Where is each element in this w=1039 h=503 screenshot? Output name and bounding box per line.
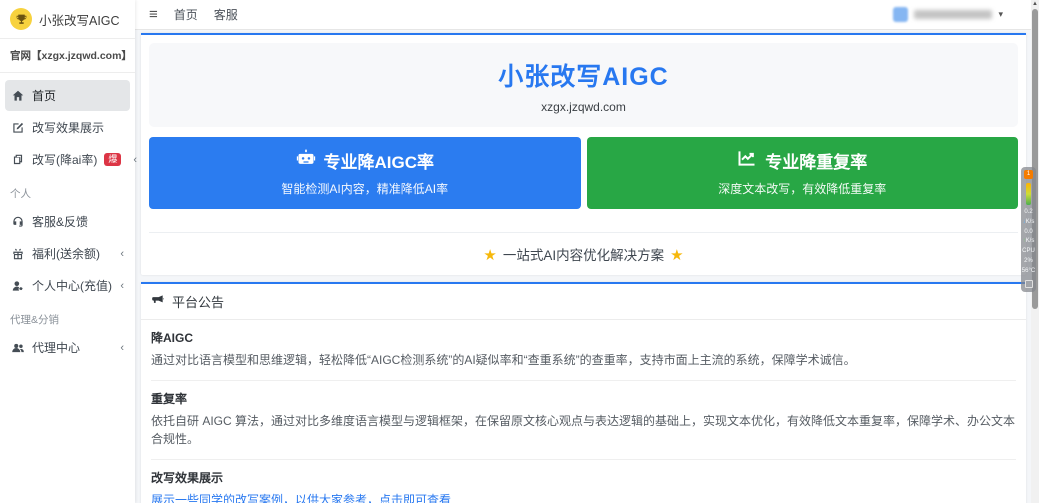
sidebar: 小张改写AIGC 官网【xzgx.jzqwd.com】 首页 改写效果展示 改写…: [0, 0, 135, 503]
cpu-temp: 56°C: [1022, 268, 1035, 276]
main-area: ≡ 首页 客服 ▾ 小张改写AIGC xzgx.jzqwd.com: [135, 0, 1039, 503]
showcase-link[interactable]: 展示一些同学的改写案例，以供大家参考，点击即可查看: [151, 493, 451, 503]
announcement-section-lower-aigc: 降AIGC 通过对比语言模型和思维逻辑，轻松降低“AIGC检测系统”的AI疑似率…: [151, 320, 1016, 381]
sidebar-item-home[interactable]: 首页: [5, 80, 130, 111]
caret-down-icon: ▾: [998, 9, 1003, 20]
topbar-link-support[interactable]: 客服: [214, 6, 238, 23]
sidebar-item-agent-center[interactable]: 代理中心 ‹: [5, 332, 130, 363]
menu-toggle-icon[interactable]: ≡: [149, 7, 158, 22]
hot-badge: 爆: [104, 153, 121, 166]
sidebar-item-benefits[interactable]: 福利(送余额) ‹: [5, 238, 130, 269]
section-label-agent: 代理&分销: [0, 302, 135, 331]
cpu-usage: 2%: [1024, 258, 1033, 266]
edit-icon: [11, 121, 25, 135]
net-down-unit: K/s: [1026, 219, 1035, 225]
sidebar-item-account-center[interactable]: 个人中心(充值) ‹: [5, 270, 130, 301]
headset-icon: [11, 215, 25, 229]
announcement-card: 平台公告 降AIGC 通过对比语言模型和思维逻辑，轻松降低“AIGC检测系统”的…: [141, 282, 1026, 503]
sidebar-item-support-feedback[interactable]: 客服&反馈: [5, 206, 130, 237]
user-menu[interactable]: ▾: [893, 7, 1003, 22]
sidebar-nav: 首页 改写效果展示 改写(降ai率) 爆 ‹ 个人 客服&反馈 福利(送余额) …: [0, 73, 135, 370]
user-settings-icon: [11, 279, 25, 293]
lower-repetition-rate-button[interactable]: 专业降重复率 深度文本改写，有效降低重复率: [587, 137, 1019, 209]
robot-icon: [296, 148, 316, 173]
chevron-left-icon: ‹: [120, 342, 124, 354]
official-site-label: 官网【xzgx.jzqwd.com】: [0, 39, 135, 73]
home-icon: [11, 89, 25, 103]
scroll-up-arrow[interactable]: ▲: [1031, 1, 1039, 7]
star-icon: ★: [670, 247, 683, 264]
net-up-speed: 0.0: [1024, 229, 1032, 237]
hero-card: 小张改写AIGC xzgx.jzqwd.com 专业降AIGC率 智能检测AI内…: [141, 33, 1026, 275]
sidebar-item-rewrite-lower-ai[interactable]: 改写(降ai率) 爆 ‹: [5, 144, 130, 175]
star-icon: ★: [483, 247, 496, 264]
page-content: 小张改写AIGC xzgx.jzqwd.com 专业降AIGC率 智能检测AI内…: [135, 30, 1039, 503]
copy-icon: [11, 153, 25, 167]
hero-banner: 小张改写AIGC xzgx.jzqwd.com: [149, 43, 1018, 127]
net-up-unit: K/s: [1026, 238, 1035, 244]
page-title: 小张改写AIGC: [149, 57, 1018, 93]
user-avatar: [893, 7, 908, 22]
announcement-body: 降AIGC 通过对比语言模型和思维逻辑，轻松降低“AIGC检测系统”的AI疑似率…: [141, 320, 1026, 503]
app-window: 小张改写AIGC 官网【xzgx.jzqwd.com】 首页 改写效果展示 改写…: [0, 0, 1039, 503]
tagline: ★一站式AI内容优化解决方案★: [149, 232, 1018, 267]
users-icon: [11, 341, 25, 355]
monitor-panel-icon: [1025, 280, 1033, 288]
announcement-header: 平台公告: [141, 284, 1026, 320]
topbar-link-home[interactable]: 首页: [174, 6, 198, 23]
action-buttons-row: 专业降AIGC率 智能检测AI内容，精准降低AI率 专业降重复率 深度文本改写，…: [149, 137, 1018, 209]
chevron-left-icon: ‹: [120, 248, 124, 260]
bullhorn-icon: [151, 293, 165, 310]
system-monitor-widget[interactable]: 1 0.2 ↓K/s 0.0 ↑K/s CPU 2% 56°C: [1021, 167, 1036, 292]
page-subtitle: xzgx.jzqwd.com: [149, 100, 1018, 114]
section-label-personal: 个人: [0, 176, 135, 205]
gift-icon: [11, 247, 25, 261]
announcement-section-repetition: 重复率 依托自研 AIGC 算法，通过对比多维度语言模型与逻辑框架，在保留原文核…: [151, 381, 1016, 460]
net-down-speed: 0.2: [1024, 209, 1032, 217]
monitor-badge: 1: [1024, 170, 1033, 179]
chart-line-icon: [737, 148, 757, 173]
lower-aigc-rate-button[interactable]: 专业降AIGC率 智能检测AI内容，精准降低AI率: [149, 137, 581, 209]
monitor-gradient-bar: [1026, 183, 1031, 205]
chevron-left-icon: ‹: [120, 280, 124, 292]
sidebar-item-rewrite-results[interactable]: 改写效果展示: [5, 112, 130, 143]
topbar: ≡ 首页 客服 ▾: [135, 0, 1039, 30]
username-redacted: [914, 10, 992, 19]
announcement-section-showcase: 改写效果展示 展示一些同学的改写案例，以供大家参考，点击即可查看: [151, 460, 1016, 503]
brand[interactable]: 小张改写AIGC: [0, 0, 135, 39]
chevron-left-icon: ‹: [133, 154, 137, 166]
brand-trophy-icon: [10, 8, 32, 30]
cpu-label: CPU: [1022, 248, 1035, 256]
brand-title: 小张改写AIGC: [39, 10, 120, 29]
